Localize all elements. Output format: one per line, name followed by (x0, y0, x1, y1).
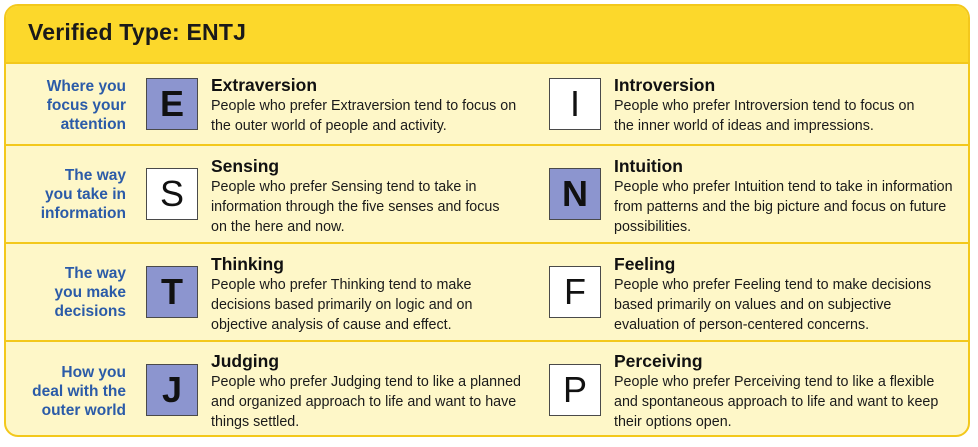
row-label: The way you make decisions (54, 265, 126, 320)
letter-box-s: S (146, 168, 198, 220)
preference-description: People who prefer Sensing tend to take i… (211, 179, 500, 235)
preference-description: People who prefer Extraversion tend to f… (211, 98, 517, 134)
dimension-row-outer-world: How you deal with the outer world J Judg… (6, 340, 968, 435)
letter-box-e: E (146, 78, 198, 130)
preference-description: People who prefer Perceiving tend to lik… (614, 374, 939, 430)
letter-box-p: P (549, 364, 601, 416)
letter-box-j: J (146, 364, 198, 416)
preference-judging: Judging People who prefer Judging tend t… (211, 351, 531, 432)
preference-name: Thinking (211, 254, 284, 274)
preference-description: People who prefer Intuition tend to take… (614, 179, 953, 235)
letter-box-t: T (146, 266, 198, 318)
preference-name: Feeling (614, 254, 676, 274)
letter-box-n: N (549, 168, 601, 220)
preference-sensing: Sensing People who prefer Sensing tend t… (211, 156, 531, 237)
row-label: The way you take in information (40, 167, 126, 222)
row-label: How you deal with the outer world (32, 364, 126, 419)
dimension-row-decisions: The way you make decisions T Thinking Pe… (6, 242, 968, 340)
preference-name: Extraversion (211, 75, 318, 95)
row-label: Where you focus your attention (46, 78, 126, 133)
preference-name: Intuition (614, 156, 684, 176)
card-header: Verified Type: ENTJ (6, 6, 968, 64)
preference-description: People who prefer Introversion tend to f… (614, 98, 915, 134)
preference-description: People who prefer Feeling tend to make d… (614, 277, 932, 333)
type-card: Verified Type: ENTJ Where you focus your… (4, 4, 970, 437)
preference-thinking: Thinking People who prefer Thinking tend… (211, 254, 531, 335)
preference-intuition: Intuition People who prefer Intuition te… (614, 156, 964, 237)
letter-box-f: F (549, 266, 601, 318)
preference-description: People who prefer Thinking tend to make … (211, 277, 473, 333)
preference-feeling: Feeling People who prefer Feeling tend t… (614, 254, 964, 335)
preference-name: Introversion (614, 75, 716, 95)
preference-perceiving: Perceiving People who prefer Perceiving … (614, 351, 964, 432)
preference-name: Judging (211, 351, 280, 371)
page-title: Verified Type: ENTJ (28, 19, 247, 45)
preference-name: Sensing (211, 156, 280, 176)
preference-introversion: Introversion People who prefer Introvers… (614, 75, 964, 136)
letter-box-i: I (549, 78, 601, 130)
preference-description: People who prefer Judging tend to like a… (211, 374, 521, 430)
preference-name: Perceiving (614, 351, 703, 371)
dimension-row-information: The way you take in information S Sensin… (6, 144, 968, 242)
dimension-row-attention: Where you focus your attention E Extrave… (6, 64, 968, 144)
preference-extraversion: Extraversion People who prefer Extravers… (211, 75, 531, 136)
